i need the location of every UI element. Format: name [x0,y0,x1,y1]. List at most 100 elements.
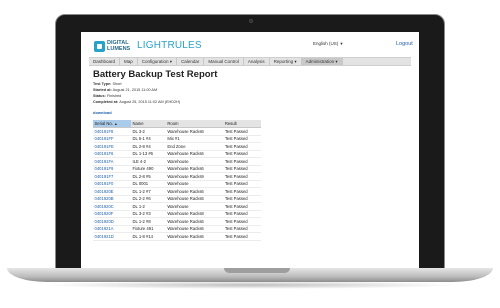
column-header-result[interactable]: Result [223,120,261,128]
serial-cell[interactable]: 0401921D [93,232,131,241]
digital-lumens-logo-icon [94,41,105,52]
serial-cell[interactable]: 0401920B [93,195,131,203]
nav-reporting[interactable]: Reporting ▾ [270,58,302,65]
download-link[interactable]: download [93,110,112,115]
serial-cell[interactable]: 040191F9 [93,165,131,173]
test-type: Test Type: Short [93,82,122,86]
laptop-base [7,268,493,282]
serial-cell[interactable]: 0401920E [93,187,131,196]
logout-link[interactable]: Logout [396,41,413,47]
name-cell: DL 3-2 #3 [130,210,166,218]
table-row: 040191F6 DL 1-13 #6 Warehouse Racks6 Test P… [93,150,261,158]
column-header-room[interactable]: Room [165,120,224,128]
app-header: DIGITAL LUMENS LIGHTRULES English (US) ▼… [81,32,419,54]
name-cell: DL 1-8 #14 [130,232,166,241]
serial-cell[interactable]: 040191FE [93,142,131,151]
room-cell: Warehouse [165,202,224,211]
company-logo-text: DIGITAL LUMENS [107,40,131,52]
nav-configuration[interactable]: Configuration ▾ [138,58,178,65]
nav-dashboard[interactable]: Dashboard [89,58,121,65]
brand-name: LIGHTRULES [137,40,202,51]
nav-map[interactable]: Map [120,58,138,65]
room-cell: Warehouse Racks6 [165,187,224,196]
serial-cell[interactable]: 0401920F [93,210,131,218]
table-row: 040191FA ILE 4-2 Warehouse Test Passed [93,157,261,166]
table-row: 0401920D DL 1-2 #8 Warehouse Racks6 Test Pa… [93,217,261,226]
result-cell: Test Passed [223,225,261,233]
status-value: Finished [106,94,122,98]
nav-analysis[interactable]: Analysis [244,58,270,65]
name-cell: DL 5-1 #4 [130,135,166,143]
result-cell: Test Passed [223,232,261,241]
serial-cell[interactable]: 040191F8 [93,127,131,136]
name-cell: DL 2-8 #4 [130,142,166,151]
nav-manual-control[interactable]: Manual Control [204,58,244,65]
room-cell: Warehouse Racks6 [165,165,224,173]
table-header-row: Serial No. ▲ Name Room Result [93,120,261,128]
result-cell: Test Passed [223,172,261,181]
name-cell: Fixture 490 [130,165,166,173]
sort-asc-icon: ▲ [114,122,118,126]
serial-cell[interactable]: 040191FA [93,157,131,166]
nav-calendar[interactable]: Calendar [177,58,205,65]
result-cell: Test Passed [223,135,261,143]
room-cell: Warehouse [165,180,224,188]
room-cell: Warehouse Racks6 [165,217,224,226]
table-row: 0401920E DL 1-2 #7 Warehouse Racks6 Test Pa… [93,187,261,196]
name-cell: DL 1-13 #6 [130,150,166,158]
result-cell: Test Passed [223,187,261,196]
result-cell: Test Passed [223,127,261,136]
table-row: 0401921D DL 1-8 #14 Warehouse Racks6 Test P… [93,232,261,241]
room-cell: Warehouse Racks8 [165,210,224,218]
table-row: 040191FF DL 5-1 #4 Mix #1 Test Passed [93,135,261,143]
serial-header-label: Serial No. [94,121,113,126]
camera-icon [249,19,253,23]
started-label: Started at: [93,88,112,92]
result-cell: Test Passed [223,157,261,166]
room-cell: Warehouse Racks6 [165,127,224,136]
main-nav: Dashboard Map Configuration ▾ Calendar M… [89,57,411,66]
completed-at: Completed at: August 25, 2015 11:02 AM (… [93,100,180,104]
result-cell: Test Passed [223,165,261,173]
column-header-serial[interactable]: Serial No. ▲ [93,120,131,128]
completed-value: August 25, 2015 11:02 AM (EHD2H) [119,100,181,104]
table-row: 0401920C DL 1-2 Warehouse Test Passed [93,202,261,211]
name-cell: DL 0001 [130,180,166,188]
page-title: Battery Backup Test Report [93,69,218,80]
table-row: 040191F7 DL 2-8 #5 Warehouse Racks9 Test Pa… [93,172,261,181]
result-cell: Test Passed [223,195,261,203]
serial-cell[interactable]: 0401920D [93,217,131,226]
room-cell: Warehouse Racks6 [165,225,224,233]
result-cell: Test Passed [223,217,261,226]
completed-label: Completed at: [93,100,119,104]
column-header-name[interactable]: Name [130,120,166,128]
result-cell: Test Passed [223,210,261,218]
room-cell: Warehouse Racks6 [165,232,224,241]
laptop-notch [224,268,290,273]
name-cell: Fixture 491 [130,225,166,233]
name-cell: DL 1-2 #7 [130,187,166,196]
status: Status: Finished [93,94,121,98]
result-cell: Test Passed [223,150,261,158]
language-select[interactable]: English (US) ▼ [313,41,344,46]
table-row: 0401921A Fixture 491 Warehouse Racks6 Test … [93,225,261,233]
serial-cell[interactable]: 040191F7 [93,172,131,181]
logo-line2: LUMENS [107,45,131,52]
app-screen: DIGITAL LUMENS LIGHTRULES English (US) ▼… [81,32,419,268]
name-cell: DL 1-2 [130,202,166,211]
room-cell: Warehouse Racks9 [165,172,224,181]
serial-cell[interactable]: 040191F6 [93,150,131,158]
serial-cell[interactable]: 0401921A [93,225,131,233]
serial-cell[interactable]: 0401920C [93,202,131,211]
table-row: 0401920B DL 2-2 #6 Warehouse Racks6 Test Pa… [93,195,261,203]
language-label: English (US) [313,41,339,46]
serial-cell[interactable]: 040191F0 [93,180,131,188]
results-table: Serial No. ▲ Name Room Result 040191F8 DL… [93,120,261,241]
started-value: August 21, 2015 11:00 AM [112,88,158,92]
serial-cell[interactable]: 040191FF [93,135,131,143]
nav-administration[interactable]: Administration ▾ [301,58,343,65]
chevron-down-icon: ▼ [339,41,344,46]
room-cell: End Zone [165,142,224,151]
room-cell: Mix #1 [165,135,224,143]
table-row: 0401920F DL 3-2 #3 Warehouse Racks8 Test Pa… [93,210,261,218]
